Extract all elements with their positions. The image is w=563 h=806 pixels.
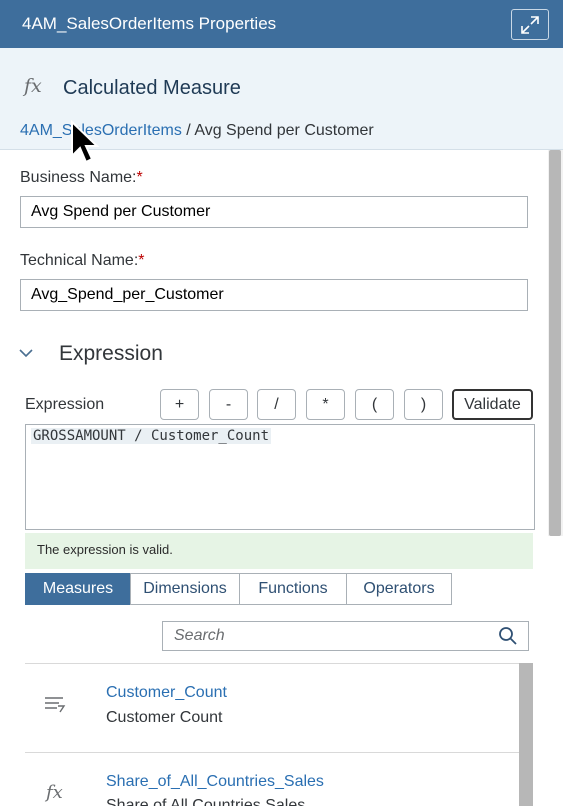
fx-icon: fx: [24, 75, 42, 97]
business-name-input[interactable]: Avg Spend per Customer: [20, 196, 528, 228]
search-input[interactable]: Search: [162, 621, 529, 651]
operator-minus-button[interactable]: -: [209, 389, 248, 420]
operator-multiply-button[interactable]: *: [306, 389, 345, 420]
search-placeholder: Search: [174, 627, 225, 644]
operator-plus-button[interactable]: +: [160, 389, 199, 420]
validation-message: The expression is valid.: [25, 533, 533, 569]
list-item-name[interactable]: Share_of_All_Countries_Sales: [106, 773, 324, 791]
breadcrumb-current: Avg Spend per Customer: [194, 122, 374, 139]
measure-icon: [45, 697, 66, 713]
list-scrollbar[interactable]: [519, 663, 533, 806]
required-marker: *: [136, 169, 143, 186]
object-type-title: Calculated Measure: [63, 77, 241, 99]
expression-field-label: Expression: [25, 396, 105, 413]
expand-icon[interactable]: [511, 9, 549, 40]
validate-button[interactable]: Validate: [452, 389, 533, 420]
list-divider: [25, 752, 520, 753]
tab-operators[interactable]: Operators: [346, 573, 452, 605]
technical-name-input[interactable]: Avg_Spend_per_Customer: [20, 279, 528, 311]
search-icon[interactable]: [498, 626, 518, 646]
panel-titlebar: 4AM_SalesOrderItems Properties: [0, 0, 563, 48]
expression-section-title[interactable]: Expression: [59, 342, 163, 366]
panel-title: 4AM_SalesOrderItems Properties: [22, 14, 277, 33]
tab-functions[interactable]: Functions: [239, 573, 347, 605]
tab-measures[interactable]: Measures: [25, 573, 131, 605]
breadcrumb-link[interactable]: 4AM_SalesOrderItems: [20, 122, 182, 139]
business-name-label: Business Name:*: [20, 169, 143, 186]
list-divider: [25, 663, 520, 664]
operator-divide-button[interactable]: /: [257, 389, 296, 420]
expression-editor[interactable]: GROSSAMOUNT / Customer_Count: [25, 424, 535, 530]
panel-scrollbar-thumb[interactable]: [549, 150, 561, 536]
mouse-cursor-icon: [71, 120, 100, 164]
source-tabs: Measures Dimensions Functions Operators: [25, 573, 452, 605]
expression-text: GROSSAMOUNT / Customer_Count: [31, 428, 272, 444]
list-item-desc: Customer Count: [106, 709, 223, 726]
required-marker: *: [138, 252, 145, 269]
tab-dimensions[interactable]: Dimensions: [130, 573, 240, 605]
close-paren-button[interactable]: ): [404, 389, 443, 420]
technical-name-label: Technical Name:*: [20, 252, 145, 269]
open-paren-button[interactable]: (: [355, 389, 394, 420]
fx-icon: fx: [46, 782, 63, 803]
list-item-name[interactable]: Customer_Count: [106, 684, 227, 702]
list-item-desc: Share of All Countries Sales: [106, 797, 306, 806]
breadcrumb-separator: /: [186, 122, 191, 139]
chevron-down-icon[interactable]: [17, 344, 35, 362]
